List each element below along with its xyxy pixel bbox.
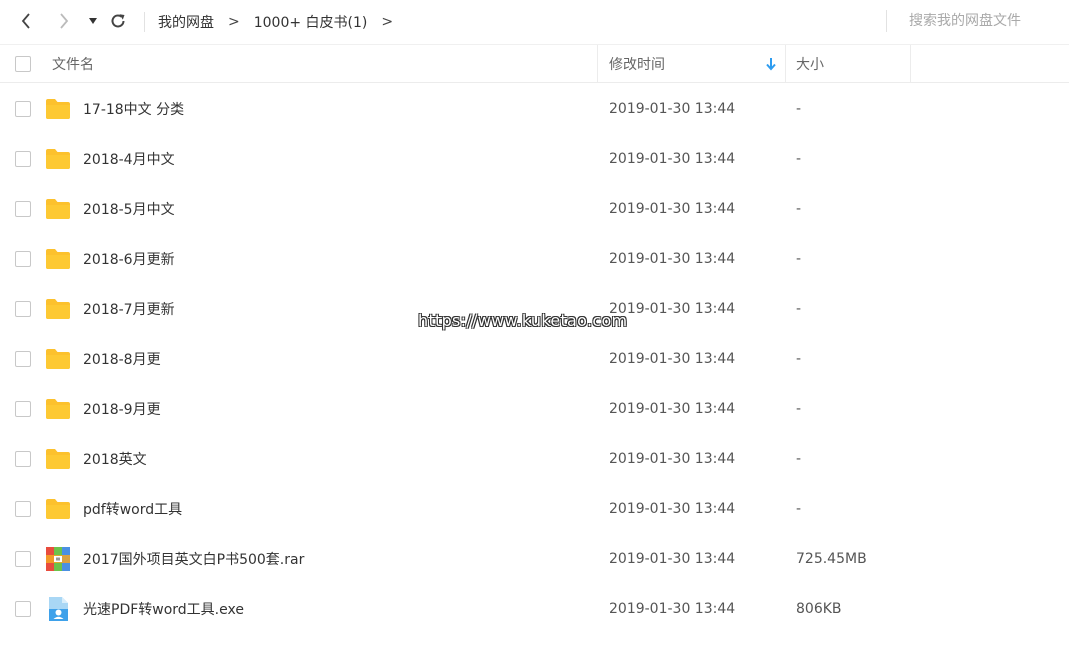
row-checkbox[interactable] [15, 151, 31, 167]
search-input[interactable] [898, 9, 1063, 33]
file-size: - [796, 351, 802, 367]
file-modified-time: 2019-01-30 13:44 [609, 301, 736, 317]
row-checkbox[interactable] [15, 451, 31, 467]
toolbar-divider [144, 12, 145, 32]
column-header-size[interactable]: 大小 [796, 45, 824, 83]
file-name[interactable]: 2018-6月更新 [83, 234, 175, 284]
row-checkbox[interactable] [15, 501, 31, 517]
folder-icon [45, 446, 71, 472]
file-row[interactable]: 2018-9月更 2019-01-30 13:44 - [0, 384, 1069, 434]
file-size: - [796, 451, 802, 467]
file-name[interactable]: 2018-4月中文 [83, 134, 175, 184]
file-row[interactable]: 光速PDF转word工具.exe 2019-01-30 13:44 806KB [0, 584, 1069, 634]
file-modified-time: 2019-01-30 13:44 [609, 201, 736, 217]
file-row[interactable]: 2018-8月更 2019-01-30 13:44 - [0, 334, 1069, 384]
file-size: 806KB [796, 601, 842, 617]
row-checkbox[interactable] [15, 351, 31, 367]
column-header-name[interactable]: 文件名 [52, 45, 94, 83]
file-row[interactable]: pdf转word工具 2019-01-30 13:44 - [0, 484, 1069, 534]
file-name[interactable]: 2017国外项目英文白P书500套.rar [83, 534, 304, 584]
history-dropdown-button[interactable] [82, 11, 104, 31]
folder-icon [45, 96, 71, 122]
forward-button[interactable] [53, 11, 75, 31]
file-name[interactable]: 2018-9月更 [83, 384, 161, 434]
file-size: - [796, 151, 802, 167]
exe-file-icon [45, 596, 71, 622]
file-size: - [796, 101, 802, 117]
file-name[interactable]: 2018-5月中文 [83, 184, 175, 234]
file-size: - [796, 401, 802, 417]
folder-icon [45, 246, 71, 272]
row-checkbox[interactable] [15, 401, 31, 417]
folder-icon [45, 296, 71, 322]
file-modified-time: 2019-01-30 13:44 [609, 351, 736, 367]
folder-icon [45, 196, 71, 222]
back-button[interactable] [15, 11, 37, 31]
file-modified-time: 2019-01-30 13:44 [609, 401, 736, 417]
folder-icon [45, 146, 71, 172]
row-checkbox[interactable] [15, 601, 31, 617]
file-name[interactable]: 光速PDF转word工具.exe [83, 584, 244, 634]
file-row[interactable]: 2018英文 2019-01-30 13:44 - [0, 434, 1069, 484]
file-modified-time: 2019-01-30 13:44 [609, 451, 736, 467]
file-modified-time: 2019-01-30 13:44 [609, 601, 736, 617]
refresh-icon [111, 14, 125, 28]
folder-icon [45, 496, 71, 522]
row-checkbox[interactable] [15, 301, 31, 317]
refresh-button[interactable] [107, 11, 129, 31]
file-modified-time: 2019-01-30 13:44 [609, 551, 736, 567]
file-modified-time: 2019-01-30 13:44 [609, 101, 736, 117]
chevron-right-icon [60, 13, 69, 29]
file-modified-time: 2019-01-30 13:44 [609, 151, 736, 167]
column-divider [785, 45, 786, 83]
column-divider [597, 45, 598, 83]
breadcrumb-item-current[interactable]: 1000+ 白皮书(1) [254, 12, 368, 32]
caret-down-icon [89, 18, 97, 24]
rar-archive-icon [45, 546, 71, 572]
file-row[interactable]: 2018-5月中文 2019-01-30 13:44 - [0, 184, 1069, 234]
file-row[interactable]: 17-18中文 分类 2019-01-30 13:44 - [0, 84, 1069, 134]
file-modified-time: 2019-01-30 13:44 [609, 251, 736, 267]
sort-descending-icon[interactable] [765, 57, 777, 71]
breadcrumb-separator-icon: > [381, 14, 394, 30]
breadcrumb-item-root[interactable]: 我的网盘 [158, 12, 214, 32]
breadcrumb-separator-icon: > [228, 14, 240, 30]
folder-icon [45, 346, 71, 372]
file-name[interactable]: pdf转word工具 [83, 484, 182, 534]
row-checkbox[interactable] [15, 101, 31, 117]
file-size: - [796, 201, 802, 217]
chevron-left-icon [21, 13, 30, 29]
row-checkbox[interactable] [15, 201, 31, 217]
column-divider [910, 45, 911, 83]
search-divider [886, 10, 887, 32]
file-modified-time: 2019-01-30 13:44 [609, 501, 736, 517]
row-checkbox[interactable] [15, 251, 31, 267]
file-row[interactable]: 2018-4月中文 2019-01-30 13:44 - [0, 134, 1069, 184]
file-name[interactable]: 2018-7月更新 [83, 284, 175, 334]
file-name[interactable]: 2018-8月更 [83, 334, 161, 384]
file-name[interactable]: 2018英文 [83, 434, 147, 484]
file-size: - [796, 501, 802, 517]
toolbar: 我的网盘 > 1000+ 白皮书(1) > [0, 0, 1069, 44]
file-list-header: 文件名 修改时间 大小 [0, 44, 1069, 83]
column-header-modified[interactable]: 修改时间 [609, 45, 665, 83]
file-name[interactable]: 17-18中文 分类 [83, 84, 184, 134]
file-size: 725.45MB [796, 551, 867, 567]
file-size: - [796, 251, 802, 267]
file-size: - [796, 301, 802, 317]
select-all-checkbox[interactable] [15, 56, 31, 72]
file-row[interactable]: 2017国外项目英文白P书500套.rar 2019-01-30 13:44 725… [0, 534, 1069, 584]
row-checkbox[interactable] [15, 551, 31, 567]
file-row[interactable]: 2018-6月更新 2019-01-30 13:44 - [0, 234, 1069, 284]
watermark-text: https://www.kuketao.com [418, 311, 628, 330]
breadcrumb: 我的网盘 > 1000+ 白皮书(1) > [144, 0, 407, 44]
folder-icon [45, 396, 71, 422]
